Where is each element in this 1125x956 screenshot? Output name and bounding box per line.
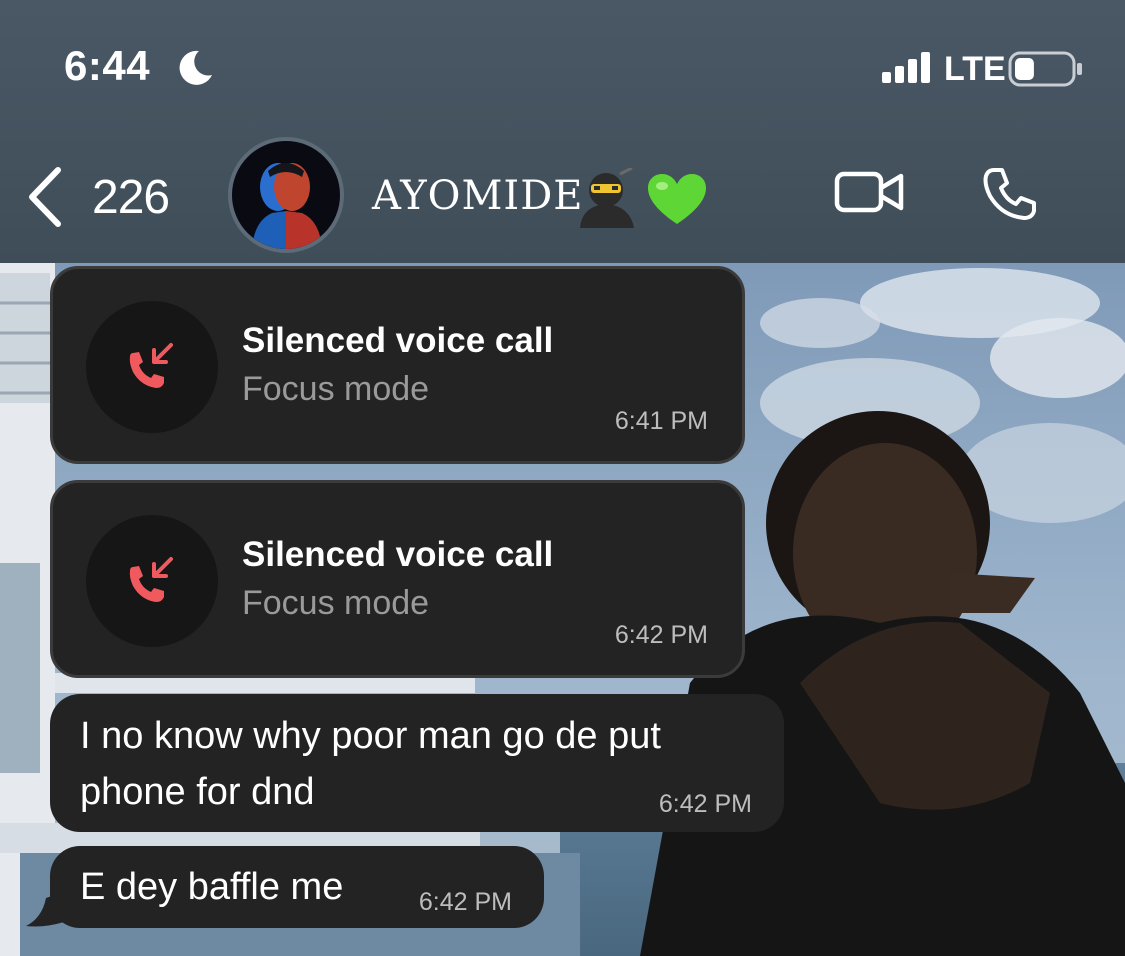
name-emojis [576, 166, 708, 233]
unread-count: 226 [92, 170, 170, 224]
message-timestamp: 6:42 PM [614, 621, 708, 649]
contact-name[interactable]: AYOMIDE [372, 173, 584, 219]
missed-call-icon-badge [86, 301, 218, 433]
call-title: Silenced voice call [242, 321, 554, 360]
message-timestamp: 6:41 PM [614, 407, 708, 435]
moon-icon [175, 48, 215, 93]
cellular-signal-icon [882, 52, 934, 89]
back-button[interactable]: 226 [24, 165, 194, 229]
video-call-button[interactable] [834, 168, 906, 221]
message-bubble[interactable]: E dey baffle me 6:42 PM [50, 846, 544, 928]
call-subtitle: Focus mode [242, 370, 430, 408]
missed-call-message[interactable]: Silenced voice call Focus mode 6:42 PM [50, 480, 745, 678]
green-heart-emoji [648, 174, 706, 224]
voice-call-button[interactable] [980, 164, 1040, 229]
missed-call-icon [129, 557, 173, 602]
message-text: E dey baffle me [80, 866, 344, 908]
chevron-left-icon [29, 167, 61, 227]
battery-icon [1008, 50, 1084, 93]
ninja-emoji [580, 166, 634, 228]
status-bar-time: 6:44 [64, 42, 151, 89]
contact-avatar[interactable] [228, 137, 344, 253]
message-timestamp: 6:42 PM [658, 790, 752, 818]
message-bubble[interactable]: I no know why poor man go de put phone f… [50, 694, 784, 832]
video-camera-icon [834, 171, 904, 213]
missed-call-icon [129, 343, 173, 388]
chat-header: 6:44 LTE 226 AYOMIDE [0, 0, 1125, 263]
message-timestamp: 6:42 PM [418, 888, 512, 916]
network-type: LTE [944, 50, 1006, 88]
phone-icon [983, 168, 1036, 220]
missed-call-icon-badge [86, 515, 218, 647]
missed-call-message[interactable]: Silenced voice call Focus mode 6:41 PM [50, 266, 745, 464]
call-subtitle: Focus mode [242, 584, 430, 622]
call-title: Silenced voice call [242, 535, 554, 574]
